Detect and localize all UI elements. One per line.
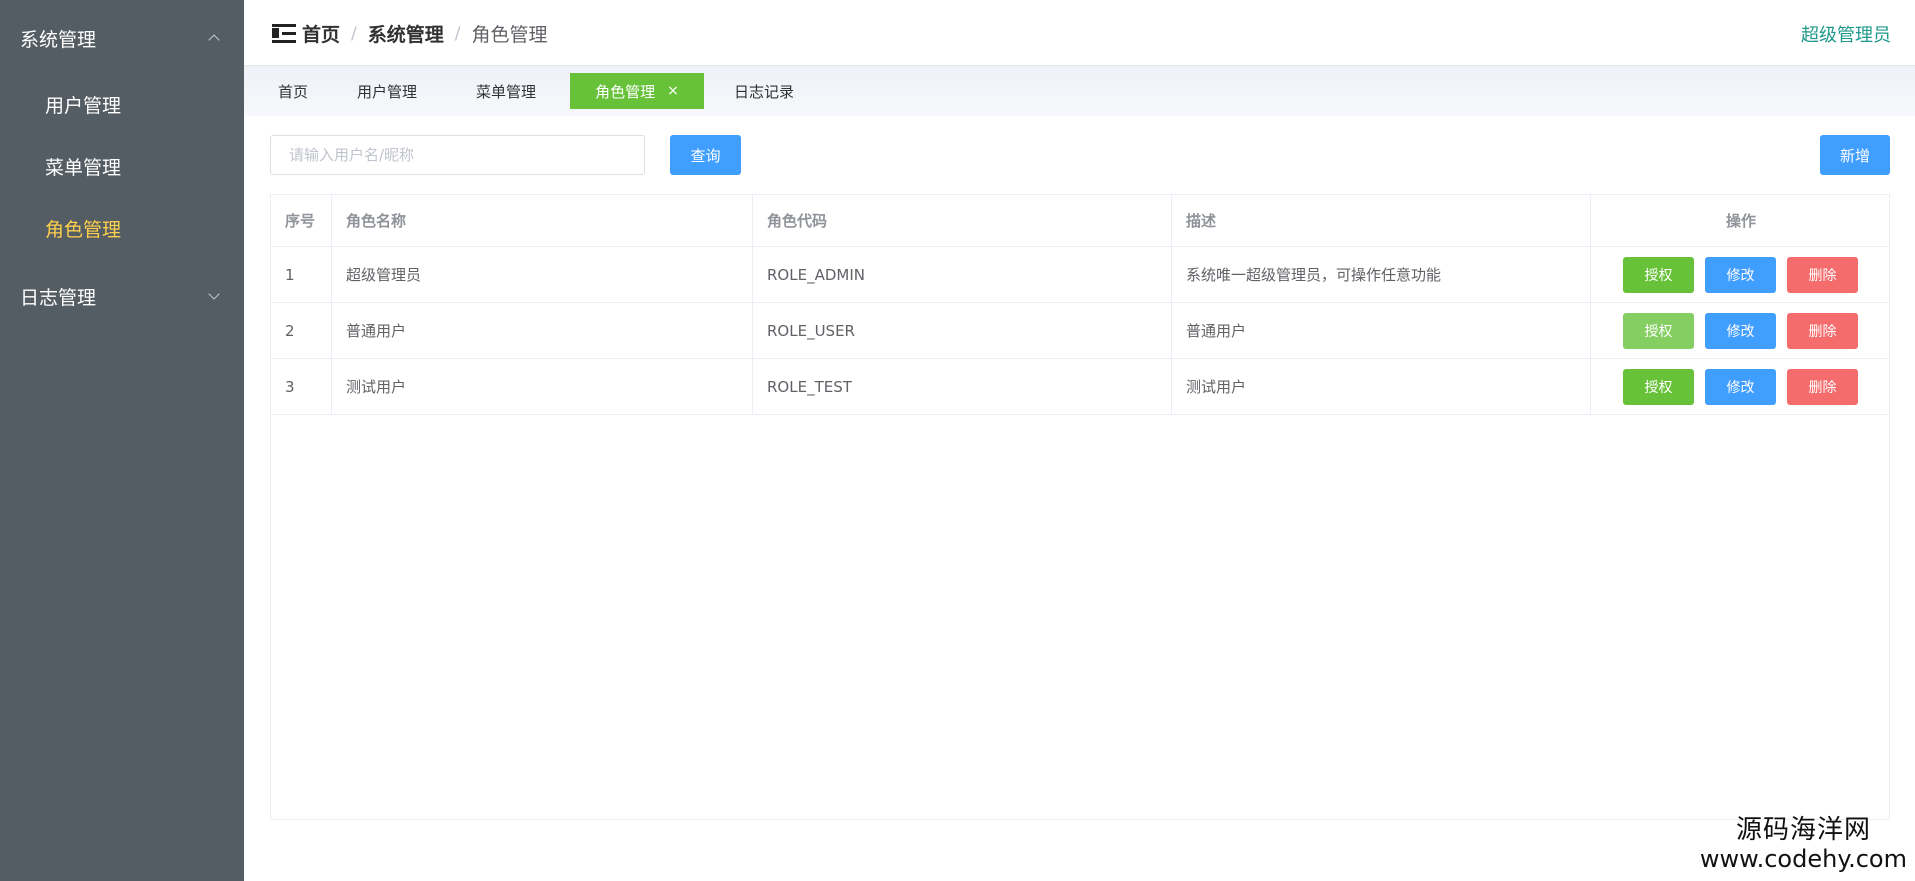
close-icon[interactable]: ×: [667, 83, 679, 99]
grant-button[interactable]: 授权: [1623, 369, 1694, 405]
edit-button[interactable]: 修改: [1705, 369, 1776, 405]
cell-actions: 授权 修改 删除: [1591, 303, 1891, 358]
cell-role-name: 普通用户: [332, 303, 753, 358]
cell-index: 3: [271, 359, 332, 414]
column-header: 描述: [1172, 195, 1591, 246]
search-input[interactable]: [270, 135, 645, 175]
watermark: 源码海洋网 www.codehy.com: [1700, 815, 1907, 873]
sidebar-item-menus[interactable]: 菜单管理: [0, 135, 244, 197]
cell-role-code: ROLE_TEST: [753, 359, 1172, 414]
grant-button[interactable]: 授权: [1623, 257, 1694, 293]
breadcrumb-current: 角色管理: [471, 24, 548, 46]
add-button[interactable]: 新增: [1820, 135, 1890, 175]
sidebar-group-label: 日志管理: [20, 286, 97, 309]
table-row: 3 测试用户 ROLE_TEST 测试用户 授权 修改 删除: [271, 359, 1889, 415]
sidebar-group-logs[interactable]: 日志管理: [0, 258, 244, 334]
sidebar-item-users[interactable]: 用户管理: [0, 73, 244, 135]
watermark-url: www.codehy.com: [1699, 845, 1907, 873]
column-header: 角色名称: [332, 195, 753, 246]
sidebar-item-label: 角色管理: [45, 218, 122, 241]
delete-button[interactable]: 删除: [1787, 257, 1858, 293]
cell-role-name: 测试用户: [332, 359, 753, 414]
tab-home[interactable]: 首页: [268, 73, 318, 109]
cell-index: 2: [271, 303, 332, 358]
cell-description: 测试用户: [1172, 359, 1591, 414]
cell-index: 1: [271, 247, 332, 302]
search-button[interactable]: 查询: [670, 135, 741, 175]
breadcrumb-separator: /: [454, 23, 461, 44]
sidebar-item-roles[interactable]: 角色管理: [0, 197, 244, 259]
table-row: 2 普通用户 ROLE_USER 普通用户 授权 修改 删除: [271, 303, 1889, 359]
sidebar-item-label: 菜单管理: [45, 156, 122, 179]
delete-button[interactable]: 删除: [1787, 369, 1858, 405]
breadcrumb-system[interactable]: 系统管理: [368, 20, 444, 47]
column-header: 角色代码: [753, 195, 1172, 246]
tab-label: 首页: [277, 82, 308, 101]
cell-role-code: ROLE_ADMIN: [753, 247, 1172, 302]
sidebar-item-label: 用户管理: [45, 94, 122, 117]
edit-button[interactable]: 修改: [1705, 313, 1776, 349]
menu-fold-icon[interactable]: [272, 24, 296, 44]
tab-logs[interactable]: 日志记录: [724, 73, 804, 109]
cell-description: 系统唯一超级管理员，可操作任意功能: [1172, 247, 1591, 302]
watermark-name: 源码海洋网: [1735, 815, 1871, 845]
breadcrumb: 首页 / 系统管理 / 角色管理: [302, 20, 548, 47]
user-menu[interactable]: 超级管理员: [1801, 21, 1891, 47]
tab-menus[interactable]: 菜单管理: [466, 73, 546, 109]
tab-users[interactable]: 用户管理: [347, 73, 427, 109]
tab-roles[interactable]: 角色管理 ×: [570, 73, 704, 109]
tab-label: 菜单管理: [475, 82, 536, 101]
tab-label: 用户管理: [356, 82, 417, 101]
breadcrumb-home[interactable]: 首页: [302, 20, 340, 47]
sidebar-group-label: 系统管理: [20, 28, 97, 51]
column-header: 操作: [1725, 212, 1756, 230]
tabs-bar: 首页 用户管理 菜单管理 角色管理 × 日志记录: [244, 66, 1915, 116]
edit-button[interactable]: 修改: [1705, 257, 1776, 293]
cell-description: 普通用户: [1172, 303, 1591, 358]
grant-button[interactable]: 授权: [1623, 313, 1694, 349]
tab-label: 日志记录: [733, 82, 794, 101]
chevron-down-icon: [208, 288, 220, 300]
sidebar-group-system[interactable]: 系统管理: [0, 0, 244, 76]
breadcrumb-separator: /: [351, 23, 357, 44]
table-header: 序号 角色名称 角色代码 描述 操作: [271, 195, 1889, 247]
cell-role-code: ROLE_USER: [753, 303, 1172, 358]
tab-label: 角色管理: [595, 82, 656, 101]
cell-actions: 授权 修改 删除: [1591, 359, 1891, 414]
delete-button[interactable]: 删除: [1787, 313, 1858, 349]
roles-table: 序号 角色名称 角色代码 描述 操作 1 超级管理员 ROLE_ADMIN 系统…: [270, 194, 1890, 820]
column-header: 序号: [271, 195, 332, 246]
cell-actions: 授权 修改 删除: [1591, 247, 1891, 302]
header: 首页 / 系统管理 / 角色管理 超级管理员: [244, 0, 1915, 66]
chevron-up-icon: [208, 34, 220, 46]
sidebar: 系统管理 用户管理 菜单管理 角色管理 日志管理: [0, 0, 244, 881]
table-row: 1 超级管理员 ROLE_ADMIN 系统唯一超级管理员，可操作任意功能 授权 …: [271, 247, 1889, 303]
cell-role-name: 超级管理员: [332, 247, 753, 302]
